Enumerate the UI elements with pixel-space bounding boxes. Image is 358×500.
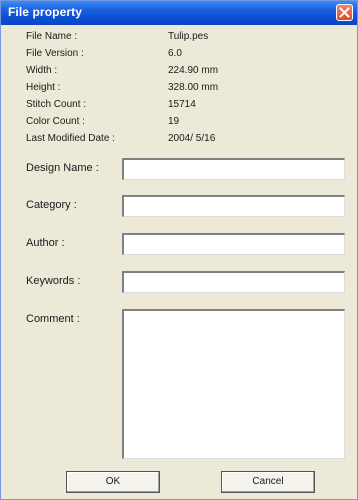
category-label: Category : [26,199,77,211]
color-count-label: Color Count : [26,116,85,127]
ok-button[interactable]: OK [66,471,160,493]
width-value: 224.90 mm [168,65,219,76]
title-bar[interactable]: File property [1,1,357,25]
file-name-label: File Name : [26,31,78,42]
close-button[interactable] [336,4,353,21]
height-value: 328.00 mm [168,82,219,93]
height-label: Height : [26,82,61,93]
category-input[interactable] [122,195,345,217]
stitch-count-value: 15714 [168,99,196,110]
last-modified-date-value: 2004/ 5/16 [168,133,216,144]
file-version-value: 6.0 [168,48,182,59]
author-input[interactable] [122,233,345,255]
width-label: Width : [26,65,58,76]
file-name-value: Tulip.pes [168,31,209,42]
keywords-input[interactable] [122,271,345,293]
file-version-label: File Version : [26,48,84,59]
design-name-label: Design Name : [26,162,99,174]
design-name-input[interactable] [122,158,345,180]
comment-textarea[interactable] [122,309,345,459]
close-icon [339,7,350,18]
file-property-dialog: File property File Name : Tulip.pes File… [0,0,358,500]
dialog-title: File property [8,5,82,19]
author-label: Author : [26,237,65,249]
comment-label: Comment : [26,313,80,325]
last-modified-date-label: Last Modified Date : [26,133,115,144]
cancel-button[interactable]: Cancel [221,471,315,493]
keywords-label: Keywords : [26,275,81,287]
color-count-value: 19 [168,116,180,127]
stitch-count-label: Stitch Count : [26,99,87,110]
